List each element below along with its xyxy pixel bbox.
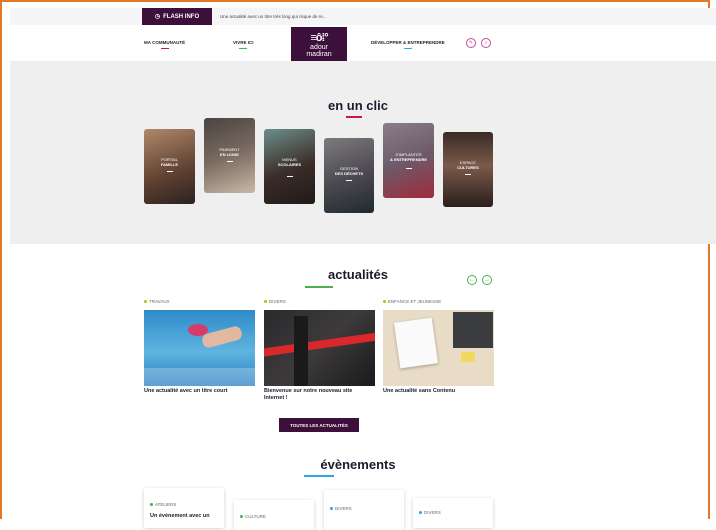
- quick-link-paiement[interactable]: PAIEMENT EN LIGNE: [204, 118, 255, 193]
- red-ribbon: [264, 330, 375, 358]
- nav-item-label: MA COMMUNAUTÉ: [144, 40, 186, 45]
- flash-info-label: FLASH INFO: [163, 13, 200, 20]
- all-news-button[interactable]: TOUTES LES ACTUALITÉS: [279, 418, 359, 432]
- card-line2: FAMILLE: [160, 162, 179, 167]
- nav-item-label: VIVRE ICI: [233, 40, 254, 45]
- nav-item-developper[interactable]: DÉVELOPPER & ENTREPRENDRE: [371, 40, 445, 49]
- category-dot: [240, 515, 243, 519]
- event-card[interactable]: CULTURE: [234, 500, 314, 530]
- event-category-label: CULTURE: [245, 514, 266, 519]
- nav-item-label: DÉVELOPPER & ENTREPRENDRE: [371, 40, 445, 45]
- laptop: [453, 312, 493, 348]
- notebook: [393, 317, 439, 369]
- flash-info-text[interactable]: Une actualité avec un titre très long qu…: [220, 8, 327, 25]
- quick-links-title: en un clic: [328, 98, 388, 113]
- quick-link-dechets[interactable]: GESTION DES DÉCHETS: [324, 138, 374, 213]
- category-dot: [144, 300, 147, 304]
- card-dash: [346, 180, 352, 181]
- card-line2: DES DÉCHETS: [334, 171, 364, 176]
- card-line2: & ENTREPRENDRE: [389, 157, 428, 162]
- category-dot: [383, 300, 386, 304]
- logo-glyph: ≡ô⁞°: [310, 32, 328, 44]
- flash-info-bar: ◷ FLASH INFO Une actualité avec un titre…: [10, 8, 716, 25]
- search-icon[interactable]: ⌕: [481, 38, 491, 48]
- flash-info-tag[interactable]: ◷ FLASH INFO: [142, 8, 212, 25]
- news-category-label: TRAVAUX: [149, 299, 170, 304]
- event-card[interactable]: DIVERS: [413, 498, 493, 528]
- clock-icon: ◷: [154, 14, 161, 20]
- news-category: ENFANCE ET JEUNESSE: [383, 299, 441, 304]
- suit-figure: [294, 316, 308, 386]
- category-dot: [330, 507, 333, 511]
- sticky-note: [461, 352, 475, 362]
- news-item-title[interactable]: Bienvenue sur notre nouveau site Interne…: [264, 388, 364, 402]
- nav-underline: [160, 48, 169, 49]
- event-category-label: DIVERS: [424, 510, 441, 515]
- title-underline: [305, 286, 333, 288]
- events-title: évènements: [320, 457, 396, 472]
- news-prev-button[interactable]: ←: [467, 275, 477, 285]
- card-dash: [226, 161, 233, 162]
- arrow-right-icon: →: [484, 277, 490, 283]
- news-image-desk[interactable]: [383, 310, 494, 386]
- news-category: TRAVAUX: [144, 299, 170, 304]
- main-nav: [10, 25, 716, 61]
- card-line2: EN LIGNE: [220, 152, 239, 157]
- event-title: Un évènement avec un: [150, 513, 210, 519]
- category-dot: [150, 503, 153, 507]
- nav-item-communaute[interactable]: MA COMMUNAUTÉ: [144, 40, 186, 49]
- quick-link-menus[interactable]: MENUS SCOLAIRES: [264, 129, 315, 204]
- category-dot: [264, 300, 267, 304]
- news-image-ribbon[interactable]: [264, 310, 375, 386]
- news-item-title[interactable]: Une actualité avec un titre court: [144, 388, 255, 395]
- event-card[interactable]: DIVERS: [324, 490, 404, 530]
- event-category-label: DIVERS: [335, 506, 352, 511]
- water-splash: [144, 368, 255, 386]
- nav-item-vivre-ici[interactable]: VIVRE ICI: [233, 40, 254, 49]
- logo-line2: madiran: [306, 51, 332, 58]
- event-card[interactable]: ATELIERS Un évènement avec un: [144, 488, 224, 528]
- news-title: actualités: [328, 267, 388, 282]
- accessibility-icon[interactable]: ✎: [466, 38, 476, 48]
- event-category-label: ATELIERS: [155, 502, 177, 507]
- title-underline: [346, 116, 362, 118]
- news-next-button[interactable]: →: [482, 275, 492, 285]
- news-item-title[interactable]: Une actualité sans Contenu: [383, 388, 494, 395]
- card-dash: [405, 168, 412, 169]
- logo-line1: adour: [310, 44, 328, 51]
- quick-link-cultures[interactable]: ESPACE CULTURES: [443, 132, 493, 207]
- quick-link-portail-famille[interactable]: PORTAIL FAMILLE: [144, 129, 195, 204]
- category-dot: [419, 511, 422, 515]
- news-category-label: DIVERS: [269, 299, 286, 304]
- nav-underline: [403, 48, 412, 49]
- title-underline: [304, 475, 334, 477]
- quick-link-implanter[interactable]: S'IMPLANTER & ENTREPRENDRE: [383, 123, 434, 198]
- news-category-label: ENFANCE ET JEUNESSE: [388, 299, 442, 304]
- card-dash: [465, 174, 471, 175]
- card-line2: CULTURES: [457, 165, 479, 170]
- card-line2: SCOLAIRES: [277, 162, 302, 167]
- card-dash: [286, 176, 293, 177]
- nav-underline: [239, 48, 248, 49]
- arrow-left-icon: ←: [469, 277, 475, 283]
- news-image-swimmer[interactable]: [144, 310, 255, 386]
- news-category: DIVERS: [264, 299, 286, 304]
- card-dash: [166, 171, 173, 172]
